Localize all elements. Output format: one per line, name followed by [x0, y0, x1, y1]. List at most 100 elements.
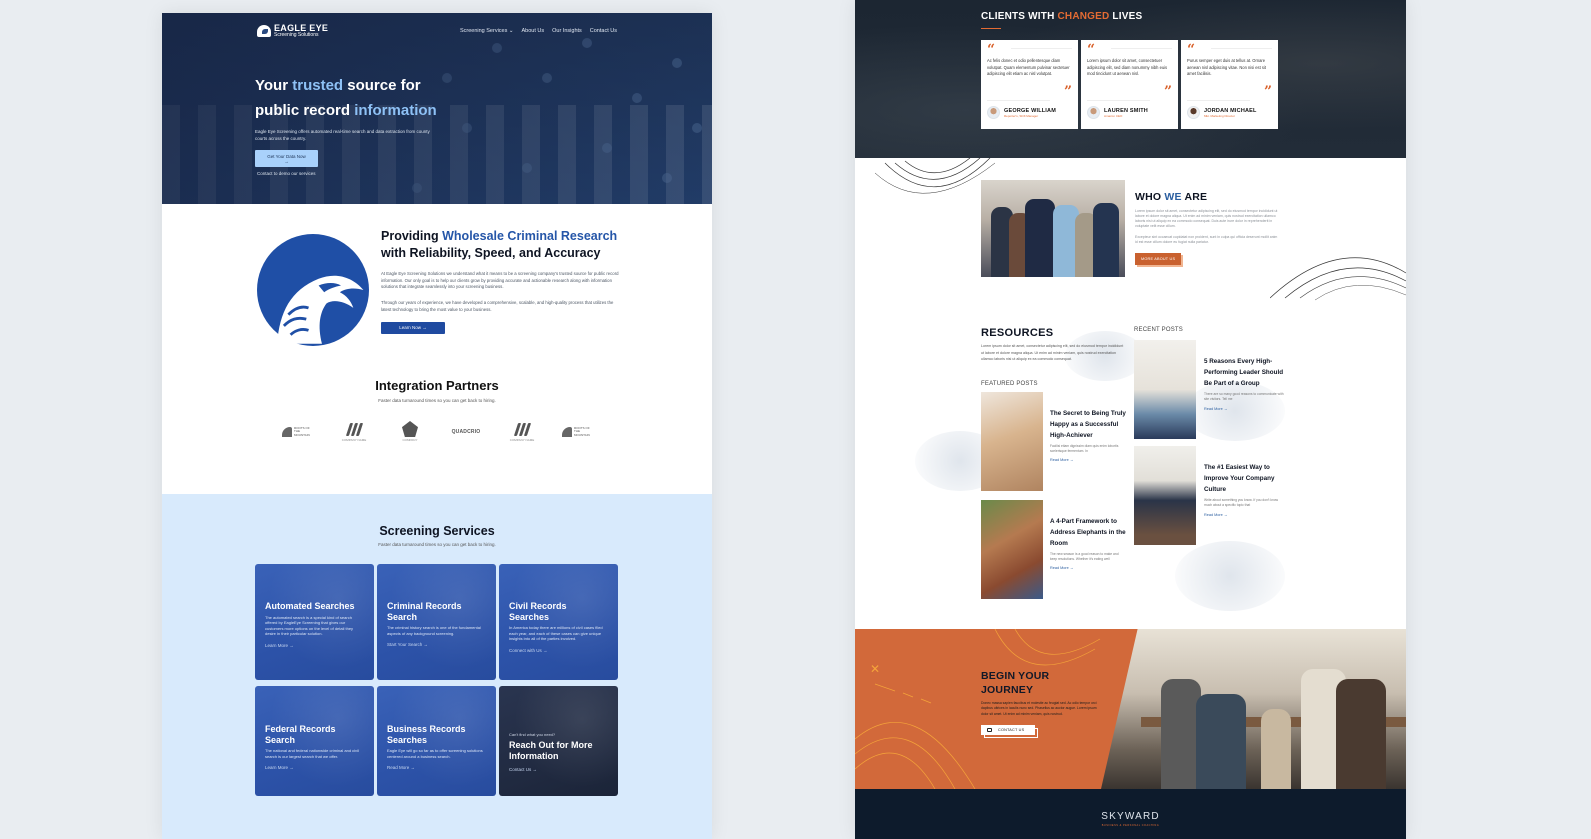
testimonial-card: “ Ac felis donec et odio pellentesque di… — [981, 40, 1078, 129]
more-about-us-button[interactable]: MORE ABOUT US — [1135, 253, 1182, 265]
quote-close-icon: ” — [1263, 84, 1272, 100]
learn-now-button[interactable]: Learn Now → — [381, 321, 445, 334]
slash-logo-icon — [513, 422, 531, 436]
contour-lines-decor — [1270, 257, 1406, 301]
brand-tagline: Screening Solutions — [274, 32, 319, 38]
about-paragraph-1: At Eagle Eye Screening Solutions we unde… — [381, 271, 619, 290]
start-search-link[interactable]: Start Your Search → — [387, 642, 486, 647]
avatar — [1087, 106, 1100, 119]
recent-post[interactable]: The #1 Easiest Way to Improve Your Compa… — [1134, 446, 1284, 545]
partner-logo[interactable]: ROOTS OF THE MOUNTAIN — [560, 425, 596, 439]
pentagon-logo-icon — [402, 421, 418, 437]
hero-content: Your trusted source for public record in… — [255, 73, 437, 176]
services-grid: Automated Searches The automated search … — [255, 564, 618, 796]
mountain-logo-icon — [562, 427, 572, 437]
featured-post[interactable]: The Secret to Being Truly Happy as a Suc… — [981, 391, 1126, 491]
partner-logo[interactable]: company name — [504, 422, 540, 442]
contact-us-button[interactable]: CONTACT US — [981, 725, 1035, 736]
who-we-are-section: WHO WE ARE Lorem ipsum dolor sit amet, c… — [855, 158, 1406, 301]
partners-subtitle: Faster data turnaround times so you can … — [378, 398, 496, 403]
title-underline — [981, 28, 1001, 29]
slash-logo-icon — [345, 422, 363, 436]
office-photo — [1101, 629, 1406, 789]
learn-more-link[interactable]: Learn More → — [265, 643, 364, 648]
demo-link[interactable]: Contact to demo our services — [257, 171, 437, 176]
nav-our-insights[interactable]: Our Insights — [552, 28, 582, 34]
cloud-decor — [1175, 541, 1285, 611]
post-thumbnail — [1134, 340, 1196, 439]
get-data-button[interactable]: Get Your Data Now → — [255, 150, 318, 167]
mountain-logo-icon — [282, 427, 292, 437]
who-paragraph-1: Lorem ipsum dolor sit amet, consectetur … — [1135, 209, 1278, 228]
eagle-eye-page-preview: EAGLE EYE Screening Solutions Screening … — [162, 13, 712, 839]
about-paragraph-2: Through our years of experience, we have… — [381, 300, 614, 312]
read-more-link[interactable]: Read More → — [1204, 407, 1284, 411]
eagle-head-icon — [257, 234, 369, 346]
skyward-logo[interactable]: SKYWARD — [855, 811, 1406, 822]
testimonial-card: “ Lorem ipsum dolor sit amet, consectetu… — [1081, 40, 1178, 129]
resources-section: RESOURCES Lorem ipsum dolor sit amet, co… — [855, 301, 1406, 629]
partner-logo[interactable]: ROOTS OF THE MOUNTAIN — [280, 425, 316, 439]
testimonial-card: “ Purus semper eget duis at tellus at. O… — [1181, 40, 1278, 129]
learn-more-link[interactable]: Learn More → — [265, 765, 364, 770]
recent-posts-label: RECENT POSTS — [1134, 327, 1183, 333]
avatar — [1187, 106, 1200, 119]
nav-screening-services[interactable]: Screening Services ⌄ — [460, 28, 514, 34]
chevron-down-icon: ⌄ — [508, 28, 514, 34]
eagle-logo-icon — [257, 25, 271, 37]
testimonial-cards: “ Ac felis donec et odio pellentesque di… — [981, 40, 1278, 129]
post-thumbnail — [1134, 446, 1196, 545]
post-thumbnail — [981, 499, 1043, 599]
screening-services-section: Screening Services Faster data turnaroun… — [162, 494, 712, 839]
skyward-page-preview: CLIENTS WITH CHANGED LIVES “ Ac felis do… — [855, 0, 1406, 839]
hero-description: Eagle Eye Screening offers automated rea… — [255, 129, 430, 141]
nav-contact-us[interactable]: Contact Us — [590, 28, 617, 34]
partners-title: Integration Partners — [375, 378, 499, 393]
service-card-business[interactable]: Business Records Searches Eagle Eye will… — [377, 686, 496, 796]
featured-posts-label: FEATURED POSTS — [981, 380, 1038, 387]
x-marker-icon: ✕ — [870, 662, 881, 676]
team-photo — [981, 180, 1125, 277]
journey-title: BEGIN YOUR JOURNEY — [981, 670, 1050, 696]
read-more-link[interactable]: Read More → — [387, 765, 486, 770]
services-title: Screening Services — [379, 524, 495, 538]
connect-link[interactable]: Connect with Us → — [509, 648, 608, 653]
begin-journey-section: ✕ BEGIN YOUR JOURNEY Donec massa sapien … — [855, 629, 1406, 789]
partner-logos: ROOTS OF THE MOUNTAIN company name compa… — [280, 421, 596, 442]
partner-logo[interactable]: QUADCRIO — [448, 425, 484, 439]
read-more-link[interactable]: Read More → — [1050, 458, 1126, 462]
service-card-automated[interactable]: Automated Searches The automated search … — [255, 564, 374, 680]
footer: SKYWARD BUSINESS & PERSONAL COACHING — [855, 789, 1406, 839]
avatar — [987, 106, 1000, 119]
quote-close-icon: ” — [1163, 84, 1172, 100]
recent-post[interactable]: 5 Reasons Every High-Performing Leader S… — [1134, 340, 1284, 439]
about-section: Providing Wholesale Criminal Research wi… — [162, 204, 712, 494]
about-title: Providing Wholesale Criminal Research wi… — [381, 229, 618, 260]
quadcrio-wordmark: QUADCRIO — [451, 429, 481, 435]
resources-description: Lorem ipsum dolor sit amet, consectetur … — [981, 344, 1124, 362]
read-more-link[interactable]: Read More → — [1204, 513, 1284, 517]
services-subtitle: Faster data turnaround times so you can … — [378, 542, 496, 547]
resources-title: RESOURCES — [981, 327, 1054, 339]
partner-logo[interactable]: company — [392, 421, 428, 442]
featured-post[interactable]: A 4-Part Framework to Address Elephants … — [981, 499, 1126, 599]
service-card-criminal[interactable]: Criminal Records Search The criminal his… — [377, 564, 496, 680]
service-card-civil[interactable]: Civil Records Searches In America today … — [499, 564, 618, 680]
footer-tagline: BUSINESS & PERSONAL COACHING — [1101, 824, 1160, 827]
service-card-federal[interactable]: Federal Records Search The national and … — [255, 686, 374, 796]
main-navbar: EAGLE EYE Screening Solutions Screening … — [257, 21, 617, 41]
eagle-eye-logo[interactable]: EAGLE EYE Screening Solutions — [257, 24, 328, 38]
nav-about-us[interactable]: About Us — [522, 28, 545, 34]
testimonials-section: CLIENTS WITH CHANGED LIVES “ Ac felis do… — [855, 0, 1406, 158]
service-card-contact[interactable]: Can't find what you need? Reach Out for … — [499, 686, 618, 796]
testimonials-title: CLIENTS WITH CHANGED LIVES — [981, 11, 1143, 22]
partner-logo[interactable]: company name — [336, 422, 372, 442]
nav-links: Screening Services ⌄ About Us Our Insigh… — [460, 28, 617, 34]
journey-paragraph: Donec massa sapien faucibus et molestie … — [981, 701, 1097, 716]
contact-us-link[interactable]: Contact Us → — [509, 767, 608, 772]
hero-section: EAGLE EYE Screening Solutions Screening … — [162, 13, 712, 204]
who-paragraph-2: Excepteur sint occaecat cupidatat non pr… — [1135, 235, 1278, 244]
post-thumbnail — [981, 391, 1043, 491]
read-more-link[interactable]: Read More → — [1050, 566, 1126, 570]
chat-icon — [987, 728, 992, 733]
